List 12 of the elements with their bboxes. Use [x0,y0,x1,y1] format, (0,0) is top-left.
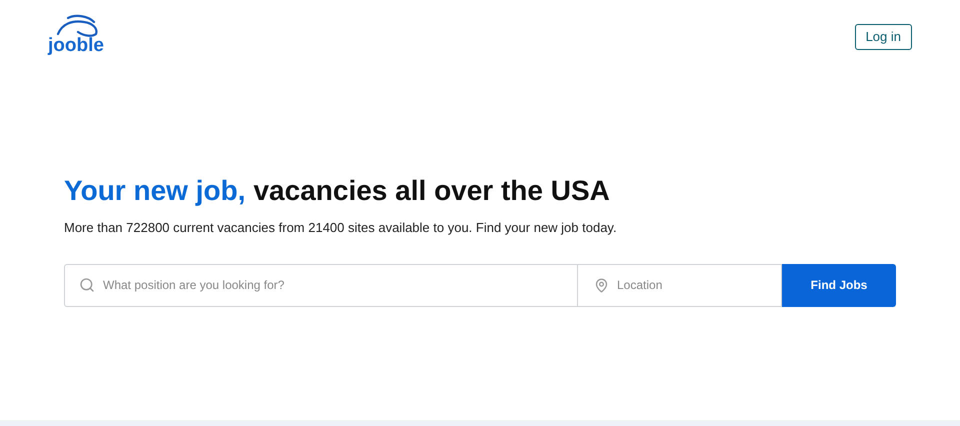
logo[interactable]: jooble [48,36,104,55]
headline: vacancies all over the USA [253,174,610,208]
map-pin-icon [594,278,609,292]
subtitle: More than 722800 current vacancies from 21400 sites available to you. Find your new job today. [64,219,618,237]
login-button[interactable]: Log in [854,24,912,50]
headline-accent: Your new job, [64,174,246,208]
find-jobs-button[interactable]: Find Jobs [782,264,896,306]
search-icon [79,277,95,293]
position-input[interactable]: What position are you looking for? [103,276,563,294]
location-field[interactable]: Location [578,264,782,306]
location-input[interactable]: Location [617,276,765,294]
position-field[interactable]: What position are you looking for? [64,264,578,306]
